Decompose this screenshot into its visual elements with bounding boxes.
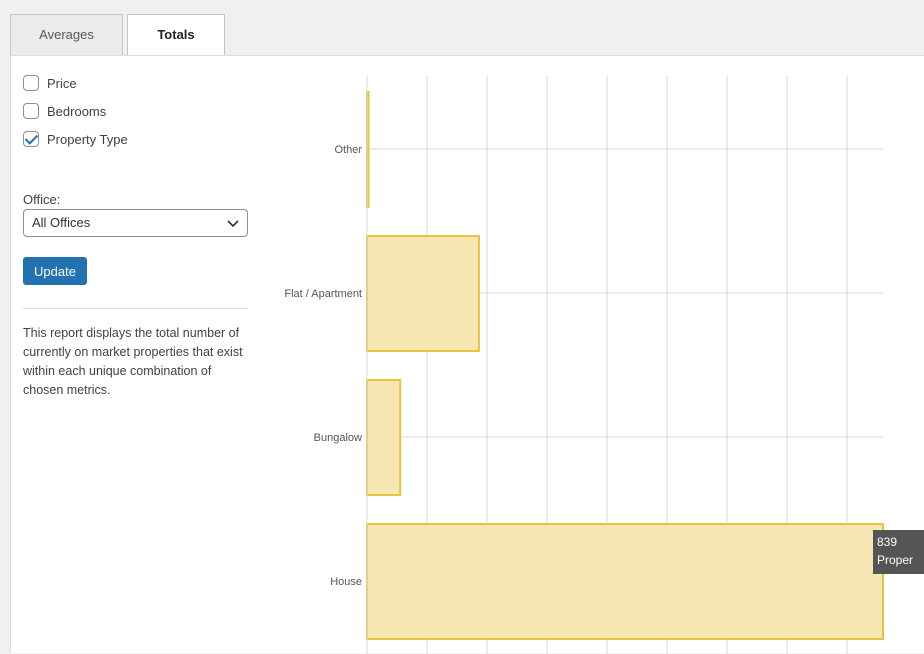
chart-tooltip: 839 Proper [873, 530, 924, 574]
tab-totals[interactable]: Totals [127, 14, 225, 56]
category-label: Flat / Apartment [284, 288, 362, 300]
office-select[interactable]: All Offices [23, 209, 248, 237]
update-button[interactable]: Update [23, 257, 87, 285]
bar-flat-apartment[interactable] [366, 235, 480, 352]
bar-house[interactable] [366, 523, 884, 640]
office-select-value: All Offices [32, 215, 91, 230]
tooltip-value: 839 [877, 535, 898, 549]
property-type-checkbox[interactable] [23, 131, 39, 147]
property-type-label: Property Type [47, 131, 128, 147]
chevron-down-icon [227, 220, 239, 228]
report-description: This report displays the total number of… [23, 326, 243, 397]
tooltip-label: Proper [877, 553, 914, 567]
sidebar-divider [23, 308, 248, 309]
totals-bar-chart: Other Flat / Apartment Bungalow House [284, 76, 884, 654]
checkbox-row-price[interactable]: Price [23, 73, 77, 93]
report-tabs: Averages Totals [10, 14, 229, 56]
filters-sidebar: Price Bedrooms Property Type Office: All… [11, 56, 261, 653]
price-checkbox[interactable] [23, 75, 39, 91]
category-label: House [330, 576, 362, 588]
bedrooms-label: Bedrooms [47, 103, 107, 119]
checkbox-row-property-type[interactable]: Property Type [23, 129, 128, 149]
category-label: Bungalow [314, 432, 362, 444]
bar-bungalow[interactable] [366, 379, 402, 496]
bedrooms-checkbox[interactable] [23, 103, 39, 119]
checkbox-row-bedrooms[interactable]: Bedrooms [23, 101, 106, 121]
tab-averages[interactable]: Averages [10, 14, 123, 55]
price-label: Price [47, 75, 77, 91]
office-label: Office: [23, 192, 61, 207]
report-panel: Price Bedrooms Property Type Office: All… [10, 55, 924, 654]
category-label: Other [334, 144, 362, 156]
